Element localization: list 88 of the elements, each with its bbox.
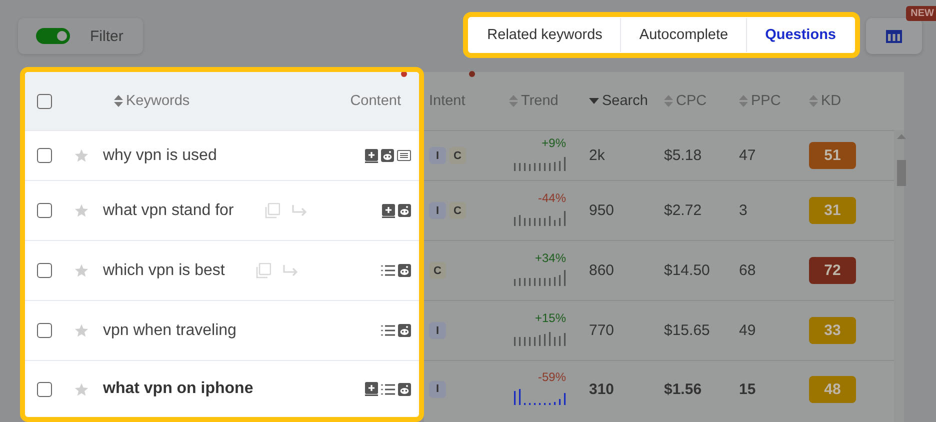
kd-badge: 72	[809, 257, 856, 284]
trend-change: -44%	[538, 191, 566, 205]
list-icon	[381, 324, 395, 337]
search-volume: 860	[589, 262, 616, 279]
cpc-value: $14.50	[664, 262, 711, 279]
search-volume: 950	[589, 202, 616, 219]
row-checkbox[interactable]	[37, 323, 52, 338]
intent-badge: I	[429, 380, 446, 398]
ppc-value: 68	[739, 262, 757, 279]
star-icon[interactable]	[74, 203, 89, 218]
sort-icon[interactable]	[509, 95, 518, 107]
intent-badge: I	[429, 147, 446, 164]
intent-badge: C	[449, 202, 466, 219]
sort-icon[interactable]	[739, 95, 748, 107]
column-header[interactable]: PPC	[751, 93, 781, 109]
filter-toggle[interactable]	[36, 28, 70, 44]
intent-badge: I	[429, 202, 446, 219]
sort-icon[interactable]	[809, 95, 818, 107]
star-icon[interactable]	[74, 148, 89, 163]
scroll-thumb[interactable]	[897, 160, 906, 186]
column-header[interactable]: Trend	[521, 93, 558, 109]
notification-dot	[401, 72, 407, 77]
ppc-value: 49	[739, 322, 757, 339]
row-checkbox[interactable]	[37, 148, 52, 163]
row-checkbox[interactable]	[37, 203, 52, 218]
reddit-icon	[398, 324, 411, 337]
list-icon	[381, 382, 395, 396]
forward-arrow-icon[interactable]	[282, 265, 299, 276]
cpc-value: $15.65	[664, 322, 711, 339]
keyword-text[interactable]: why vpn is used	[103, 146, 217, 164]
cpc-value: $2.72	[664, 202, 703, 219]
column-header[interactable]: Keywords	[126, 93, 190, 109]
filter-button[interactable]: Filter	[18, 18, 143, 54]
reddit-icon	[381, 149, 394, 162]
intent-badge: I	[429, 322, 446, 339]
news-icon	[397, 150, 411, 161]
column-header[interactable]: KD	[821, 93, 842, 109]
search-volume: 2k	[589, 147, 606, 164]
star-icon[interactable]	[74, 382, 89, 396]
search-volume: 310	[589, 380, 616, 398]
kd-badge: 31	[809, 197, 856, 224]
keyword-text[interactable]: vpn when traveling	[103, 322, 236, 340]
intent-badge: C	[429, 262, 446, 279]
scroll-up-icon[interactable]	[897, 134, 906, 139]
ppc-value: 3	[739, 202, 748, 219]
intent-badge: C	[449, 147, 466, 164]
select-all-checkbox[interactable]	[37, 94, 52, 108]
search-volume: 770	[589, 322, 616, 339]
sort-icon[interactable]	[664, 95, 673, 107]
trend-change: +9%	[542, 136, 566, 150]
sort-down-icon[interactable]	[589, 98, 599, 104]
keyword-text[interactable]: which vpn is best	[103, 262, 225, 280]
reddit-icon	[398, 204, 411, 217]
column-header[interactable]: CPC	[676, 93, 707, 109]
kd-badge: 33	[809, 317, 856, 344]
list-icon	[381, 264, 395, 277]
copy-icon[interactable]	[254, 262, 271, 278]
copy-icon[interactable]	[264, 202, 280, 218]
column-header[interactable]: Search	[602, 93, 648, 109]
keyword-text[interactable]: what vpn on iphone	[103, 380, 254, 398]
trend-change: +34%	[534, 251, 566, 265]
ppc-value: 15	[739, 380, 757, 398]
cpc-value: $1.56	[664, 380, 703, 398]
trend-change: +15%	[534, 311, 566, 325]
star-icon[interactable]	[74, 323, 89, 338]
add-document-icon	[365, 382, 378, 396]
columns-icon	[886, 30, 902, 42]
row-checkbox[interactable]	[37, 382, 52, 396]
add-document-icon	[365, 148, 378, 162]
reddit-icon	[398, 264, 411, 277]
cpc-value: $5.18	[664, 147, 703, 164]
row-checkbox[interactable]	[37, 263, 52, 278]
ppc-value: 47	[739, 147, 757, 164]
star-icon[interactable]	[74, 263, 89, 278]
scrollbar[interactable]	[894, 130, 904, 422]
trend-change: -59%	[538, 370, 566, 384]
column-header[interactable]: Content	[350, 93, 401, 109]
new-badge: NEW	[906, 6, 936, 21]
columns-button[interactable]	[866, 18, 922, 54]
forward-arrow-icon[interactable]	[292, 205, 308, 216]
notification-dot	[469, 71, 476, 77]
column-header[interactable]: Intent	[429, 93, 466, 109]
sort-icon[interactable]	[114, 95, 123, 107]
kd-badge: 51	[809, 142, 856, 169]
add-document-icon	[382, 204, 395, 218]
keyword-text[interactable]: what vpn stand for	[103, 202, 234, 220]
kd-badge: 48	[809, 376, 856, 402]
reddit-icon	[398, 382, 411, 396]
